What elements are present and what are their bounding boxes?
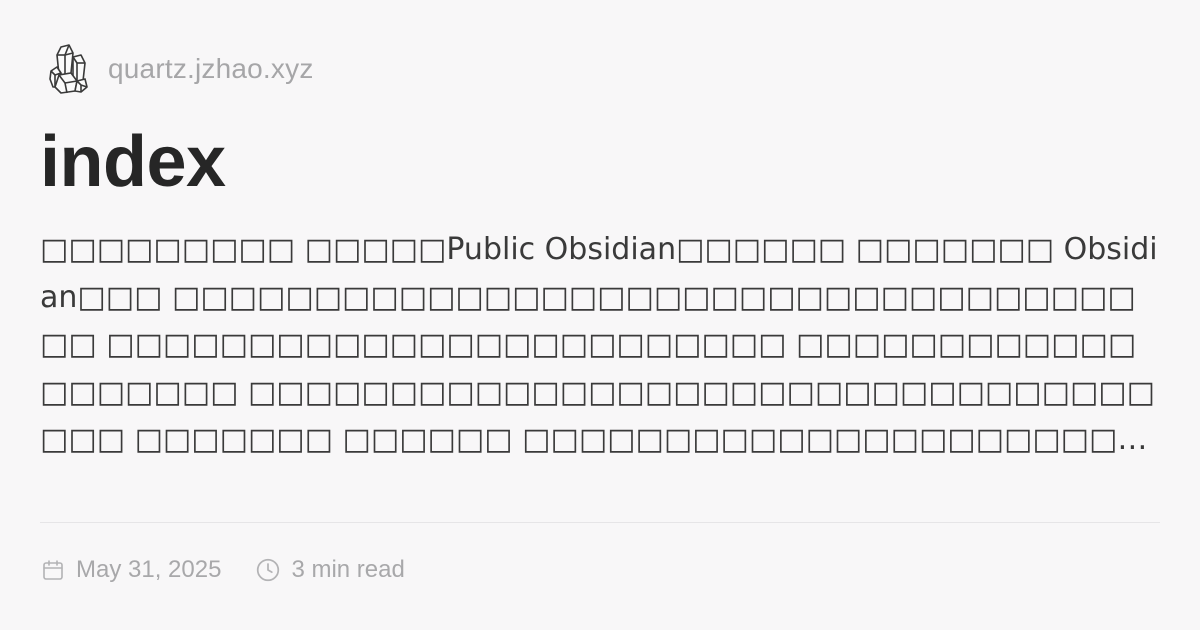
- date-item: May 31, 2025: [40, 556, 221, 584]
- page-meta: May 31, 2025 3 min read: [40, 556, 439, 584]
- clock-icon: [255, 557, 281, 583]
- og-card: quartz.jzhao.xyz index □□□□□□□□□ □□□□□Pu…: [0, 0, 1200, 630]
- publish-date: May 31, 2025: [76, 556, 222, 583]
- crystal-icon: [40, 41, 96, 97]
- page-title: index: [40, 122, 226, 202]
- divider: [40, 522, 1160, 523]
- read-time: 3 min read: [291, 556, 405, 583]
- read-time-item: 3 min read: [255, 556, 405, 584]
- site-url[interactable]: quartz.jzhao.xyz: [108, 53, 314, 85]
- page-description: □□□□□□□□□ □□□□□Public Obsidian□□□□□□ □□□…: [40, 232, 1158, 457]
- calendar-icon: [40, 557, 66, 583]
- site-header: quartz.jzhao.xyz: [40, 40, 1160, 98]
